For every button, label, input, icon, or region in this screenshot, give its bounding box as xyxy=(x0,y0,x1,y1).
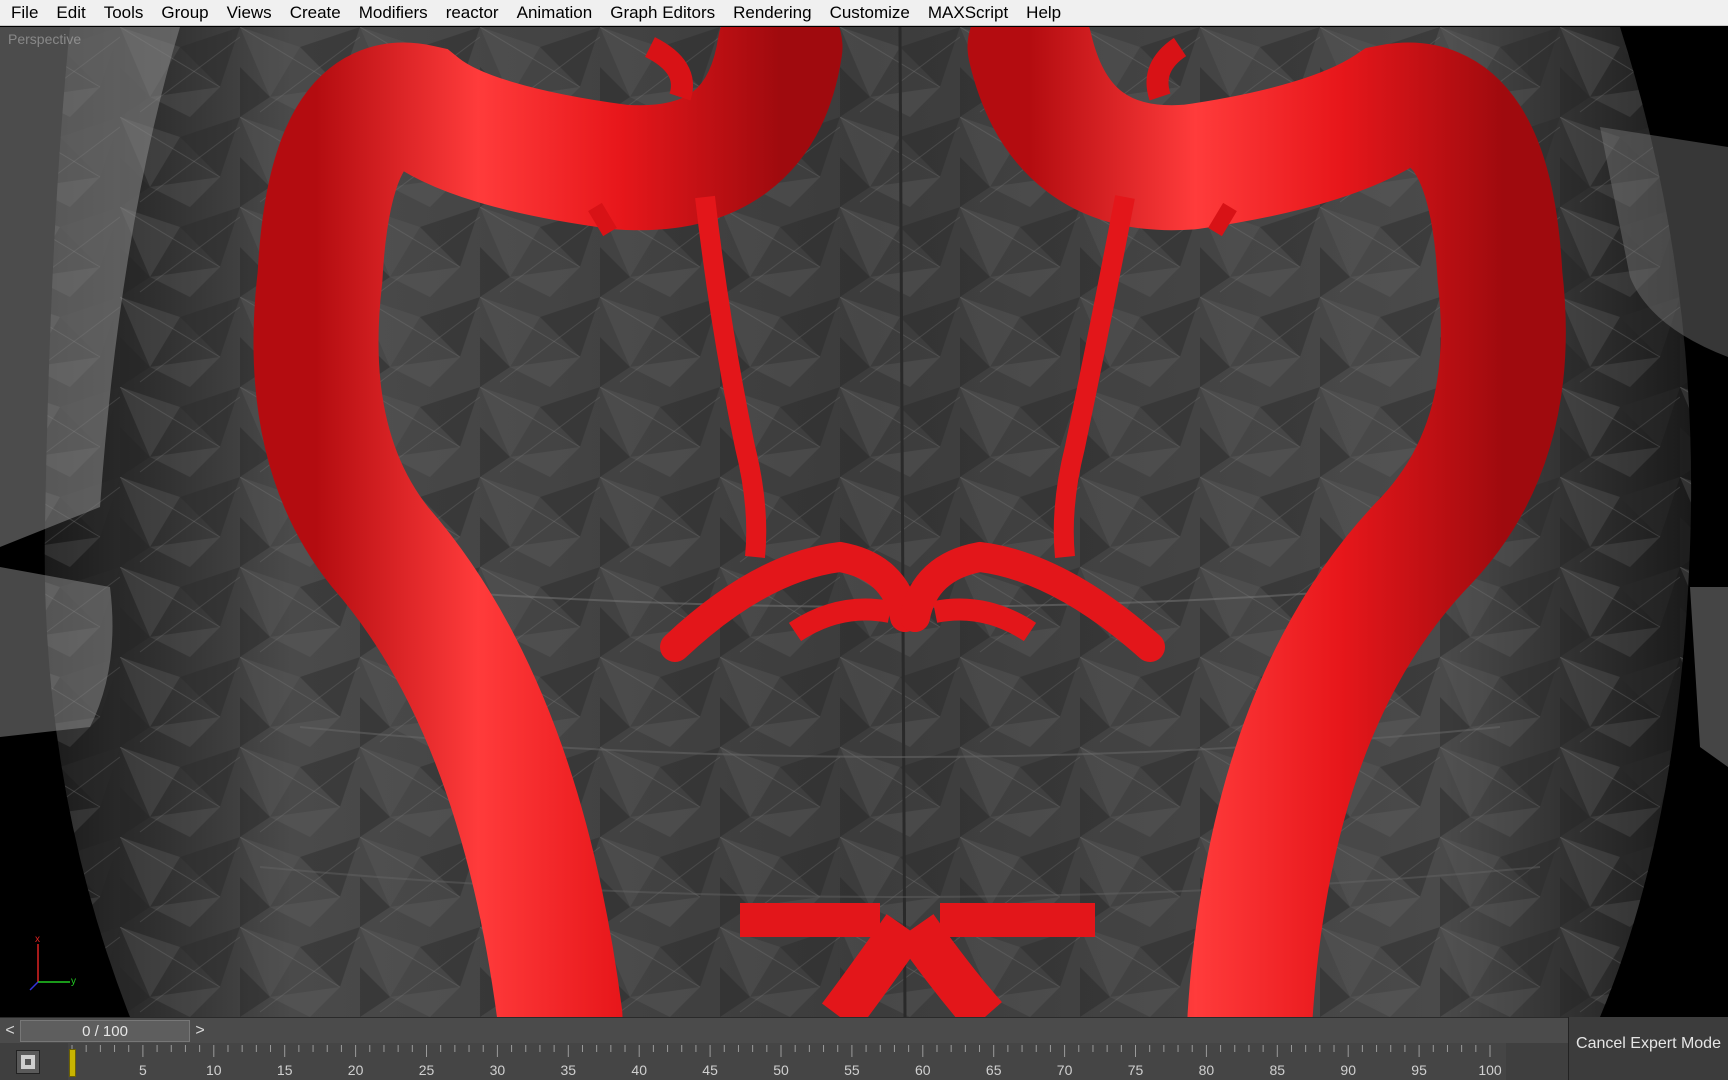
track-bar[interactable]: 5 10 15 20 25 30 35 40 45 50 55 60 65 70 75 80 85 90 95 100 xyxy=(0,1043,1568,1080)
track-tick-label: 20 xyxy=(348,1062,364,1078)
axis-tripod-icon: x y xyxy=(29,934,76,991)
menu-file[interactable]: File xyxy=(2,0,47,26)
cancel-expert-mode-button[interactable]: Cancel Expert Mode xyxy=(1569,1035,1728,1053)
menu-create[interactable]: Create xyxy=(281,0,350,26)
menu-help[interactable]: Help xyxy=(1017,0,1070,26)
menu-tools[interactable]: Tools xyxy=(95,0,153,26)
track-tick-label: 80 xyxy=(1199,1062,1215,1078)
axis-label-x: x xyxy=(35,934,40,945)
track-tick-label: 90 xyxy=(1340,1062,1356,1078)
track-tick-label: 35 xyxy=(561,1062,577,1078)
3dsmax-window: File Edit Tools Group Views Create Modif… xyxy=(0,0,1728,1080)
menu-reactor[interactable]: reactor xyxy=(437,0,508,26)
track-tick-label: 85 xyxy=(1270,1062,1286,1078)
menu-customize[interactable]: Customize xyxy=(821,0,919,26)
track-tick-label: 50 xyxy=(773,1062,789,1078)
track-tick-label: 25 xyxy=(419,1062,435,1078)
track-tick-label: 30 xyxy=(490,1062,506,1078)
track-tick-label: 75 xyxy=(1128,1062,1144,1078)
time-slider-next-button[interactable]: > xyxy=(190,1018,210,1044)
track-tick-label: 45 xyxy=(702,1062,718,1078)
track-tick-label: 10 xyxy=(206,1062,222,1078)
track-tick-label: 5 xyxy=(139,1062,147,1078)
current-frame-indicator[interactable] xyxy=(69,1049,76,1077)
track-tick-label: 40 xyxy=(631,1062,647,1078)
menu-modifiers[interactable]: Modifiers xyxy=(350,0,437,26)
track-tick-label: 60 xyxy=(915,1062,931,1078)
time-slider[interactable]: < 0 / 100 > xyxy=(0,1017,1568,1044)
menu-views[interactable]: Views xyxy=(218,0,281,26)
menu-rendering[interactable]: Rendering xyxy=(724,0,820,26)
key-mode-toggle-button[interactable] xyxy=(16,1050,40,1074)
track-tick-label: 15 xyxy=(277,1062,293,1078)
track-tick-label: 95 xyxy=(1411,1062,1427,1078)
menu-bar: File Edit Tools Group Views Create Modif… xyxy=(0,0,1728,26)
viewport-label[interactable]: Perspective xyxy=(8,31,81,47)
track-tick-label: 65 xyxy=(986,1062,1002,1078)
track-tick-label: 55 xyxy=(844,1062,860,1078)
perspective-viewport[interactable]: Perspective x y xyxy=(0,27,1728,1017)
expert-mode-panel: Cancel Expert Mode xyxy=(1568,1017,1728,1080)
key-icon xyxy=(21,1055,35,1069)
menu-group[interactable]: Group xyxy=(152,0,217,26)
viewport-scene xyxy=(0,27,1728,1017)
menu-animation[interactable]: Animation xyxy=(508,0,602,26)
menu-edit[interactable]: Edit xyxy=(47,0,94,26)
track-tick-label: 100 xyxy=(1478,1062,1502,1078)
menu-graph-editors[interactable]: Graph Editors xyxy=(601,0,724,26)
time-slider-thumb[interactable]: 0 / 100 xyxy=(20,1020,190,1042)
track-ruler: 5 10 15 20 25 30 35 40 45 50 55 60 65 70 75 80 85 90 95 100 xyxy=(68,1043,1506,1080)
track-tick-label: 70 xyxy=(1057,1062,1073,1078)
time-slider-prev-button[interactable]: < xyxy=(0,1018,20,1044)
menu-maxscript[interactable]: MAXScript xyxy=(919,0,1017,26)
axis-label-y: y xyxy=(71,976,76,987)
